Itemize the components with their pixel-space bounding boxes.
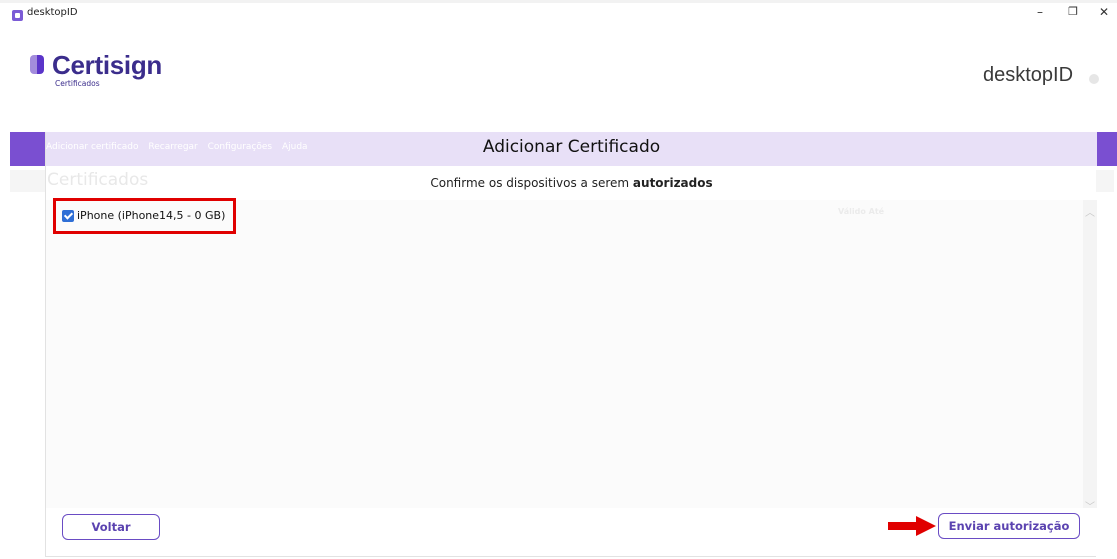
scrollbar[interactable] xyxy=(1083,200,1097,508)
scroll-down-icon[interactable]: ﹀ xyxy=(1083,498,1097,513)
certisign-logo-icon xyxy=(30,55,44,74)
background-row xyxy=(10,170,45,192)
arrow-annotation-icon xyxy=(888,516,936,536)
highlight-annotation xyxy=(53,198,236,234)
info-icon[interactable] xyxy=(1089,74,1099,84)
modal-title: Adicionar Certificado xyxy=(482,137,661,157)
background-row xyxy=(1096,170,1114,192)
app-icon xyxy=(12,10,23,21)
modal-subtitle: Confirme os dispositivos a serem autoriz… xyxy=(46,176,1097,190)
modal-header: Adicionar certificado Recarregar Configu… xyxy=(46,132,1097,166)
app-brand-name: desktopID xyxy=(983,64,1074,86)
window-title: desktopID xyxy=(27,7,78,18)
background-column-header: Válido Até xyxy=(838,207,885,216)
add-certificate-modal: Adicionar certificado Recarregar Configu… xyxy=(45,132,1097,557)
app-header: Certisign Certificados desktopID xyxy=(10,32,1107,132)
restore-button[interactable]: ❐ xyxy=(1061,5,1085,18)
minimize-button[interactable]: – xyxy=(1028,5,1052,19)
logo-subtitle: Certificados xyxy=(55,79,100,88)
subtitle-text: Confirme os dispositivos a serem xyxy=(430,176,633,190)
subtitle-bold: autorizados xyxy=(632,176,713,190)
close-button[interactable]: ✕ xyxy=(1092,5,1116,19)
back-button[interactable]: Voltar xyxy=(62,514,160,540)
device-list xyxy=(46,200,1083,508)
send-authorization-button[interactable]: Enviar autorização xyxy=(938,513,1080,539)
title-bar: desktopID – ❐ ✕ xyxy=(0,0,1117,32)
menu-bar-left xyxy=(10,132,45,166)
logo-name: Certisign xyxy=(52,50,162,80)
scroll-up-icon[interactable]: ︿ xyxy=(1083,204,1097,219)
